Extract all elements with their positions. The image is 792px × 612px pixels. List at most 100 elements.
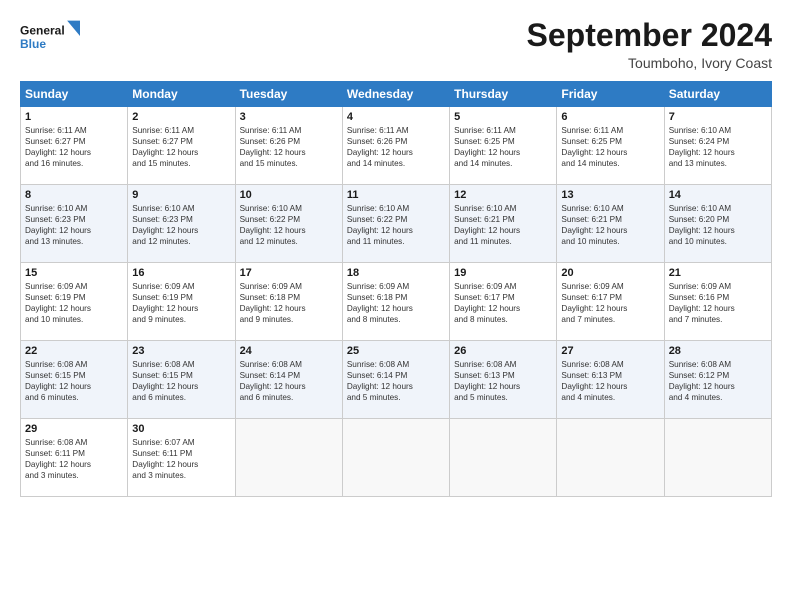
- day-number: 28: [669, 345, 767, 357]
- cell-content: Sunrise: 6:08 AMSunset: 6:13 PMDaylight:…: [561, 359, 659, 403]
- week-row-3: 15 Sunrise: 6:09 AMSunset: 6:19 PMDayligh…: [21, 263, 772, 341]
- cell-content: Sunrise: 6:11 AMSunset: 6:27 PMDaylight:…: [25, 125, 123, 169]
- calendar-cell: [557, 419, 664, 497]
- calendar-cell: 22 Sunrise: 6:08 AMSunset: 6:15 PMDayligh…: [21, 341, 128, 419]
- week-row-4: 22 Sunrise: 6:08 AMSunset: 6:15 PMDayligh…: [21, 341, 772, 419]
- day-number: 5: [454, 111, 552, 123]
- cell-content: Sunrise: 6:10 AMSunset: 6:21 PMDaylight:…: [454, 203, 552, 247]
- day-number: 2: [132, 111, 230, 123]
- cell-content: Sunrise: 6:09 AMSunset: 6:18 PMDaylight:…: [240, 281, 338, 325]
- header: General Blue September 2024 Toumboho, Iv…: [20, 18, 772, 71]
- calendar-cell: 8Sunrise: 6:10 AMSunset: 6:23 PMDaylight…: [21, 185, 128, 263]
- cell-content: Sunrise: 6:07 AMSunset: 6:11 PMDaylight:…: [132, 437, 230, 481]
- calendar-table: SundayMondayTuesdayWednesdayThursdayFrid…: [20, 81, 772, 497]
- day-number: 25: [347, 345, 445, 357]
- calendar-cell: 20Sunrise: 6:09 AMSunset: 6:17 PMDayligh…: [557, 263, 664, 341]
- day-number: 17: [240, 267, 338, 279]
- day-number: 21: [669, 267, 767, 279]
- calendar-cell: 13Sunrise: 6:10 AMSunset: 6:21 PMDayligh…: [557, 185, 664, 263]
- week-row-2: 8Sunrise: 6:10 AMSunset: 6:23 PMDaylight…: [21, 185, 772, 263]
- page: General Blue September 2024 Toumboho, Iv…: [0, 0, 792, 612]
- cell-content: Sunrise: 6:10 AMSunset: 6:21 PMDaylight:…: [561, 203, 659, 247]
- calendar-cell: 1 Sunrise: 6:11 AMSunset: 6:27 PMDaylight…: [21, 107, 128, 185]
- day-number: 22: [25, 345, 123, 357]
- cell-content: Sunrise: 6:10 AMSunset: 6:24 PMDaylight:…: [669, 125, 767, 169]
- calendar-cell: 23 Sunrise: 6:08 AMSunset: 6:15 PMDayligh…: [128, 341, 235, 419]
- svg-text:General: General: [20, 23, 65, 37]
- cell-content: Sunrise: 6:09 AMSunset: 6:17 PMDaylight:…: [454, 281, 552, 325]
- calendar-cell: [342, 419, 449, 497]
- header-day-sunday: Sunday: [21, 82, 128, 107]
- cell-content: Sunrise: 6:08 AMSunset: 6:11 PMDaylight:…: [25, 437, 123, 481]
- cell-content: Sunrise: 6:10 AMSunset: 6:20 PMDaylight:…: [669, 203, 767, 247]
- day-number: 18: [347, 267, 445, 279]
- day-number: 15: [25, 267, 123, 279]
- calendar-cell: 7 Sunrise: 6:10 AMSunset: 6:24 PMDaylight…: [664, 107, 771, 185]
- cell-content: Sunrise: 6:11 AMSunset: 6:25 PMDaylight:…: [454, 125, 552, 169]
- day-number: 9: [132, 189, 230, 201]
- calendar-cell: 4 Sunrise: 6:11 AMSunset: 6:26 PMDaylight…: [342, 107, 449, 185]
- calendar-cell: [235, 419, 342, 497]
- cell-content: Sunrise: 6:10 AMSunset: 6:23 PMDaylight:…: [25, 203, 123, 247]
- day-number: 11: [347, 189, 445, 201]
- cell-content: Sunrise: 6:11 AMSunset: 6:25 PMDaylight:…: [561, 125, 659, 169]
- day-number: 7: [669, 111, 767, 123]
- cell-content: Sunrise: 6:10 AMSunset: 6:22 PMDaylight:…: [240, 203, 338, 247]
- cell-content: Sunrise: 6:10 AMSunset: 6:22 PMDaylight:…: [347, 203, 445, 247]
- day-number: 6: [561, 111, 659, 123]
- day-number: 16: [132, 267, 230, 279]
- day-number: 29: [25, 423, 123, 435]
- cell-content: Sunrise: 6:10 AMSunset: 6:23 PMDaylight:…: [132, 203, 230, 247]
- calendar-cell: 29 Sunrise: 6:08 AMSunset: 6:11 PMDayligh…: [21, 419, 128, 497]
- cell-content: Sunrise: 6:09 AMSunset: 6:18 PMDaylight:…: [347, 281, 445, 325]
- calendar-cell: 28 Sunrise: 6:08 AMSunset: 6:12 PMDayligh…: [664, 341, 771, 419]
- day-number: 1: [25, 111, 123, 123]
- day-number: 30: [132, 423, 230, 435]
- day-number: 19: [454, 267, 552, 279]
- logo: General Blue: [20, 18, 80, 54]
- day-number: 4: [347, 111, 445, 123]
- cell-content: Sunrise: 6:08 AMSunset: 6:15 PMDaylight:…: [25, 359, 123, 403]
- calendar-cell: 6 Sunrise: 6:11 AMSunset: 6:25 PMDaylight…: [557, 107, 664, 185]
- calendar-cell: 27 Sunrise: 6:08 AMSunset: 6:13 PMDayligh…: [557, 341, 664, 419]
- day-number: 20: [561, 267, 659, 279]
- cell-content: Sunrise: 6:11 AMSunset: 6:26 PMDaylight:…: [240, 125, 338, 169]
- calendar-cell: 2 Sunrise: 6:11 AMSunset: 6:27 PMDaylight…: [128, 107, 235, 185]
- day-number: 26: [454, 345, 552, 357]
- header-day-saturday: Saturday: [664, 82, 771, 107]
- header-day-thursday: Thursday: [450, 82, 557, 107]
- cell-content: Sunrise: 6:09 AMSunset: 6:19 PMDaylight:…: [25, 281, 123, 325]
- calendar-cell: 12 Sunrise: 6:10 AMSunset: 6:21 PMDayligh…: [450, 185, 557, 263]
- header-day-tuesday: Tuesday: [235, 82, 342, 107]
- cell-content: Sunrise: 6:08 AMSunset: 6:14 PMDaylight:…: [240, 359, 338, 403]
- calendar-cell: 14 Sunrise: 6:10 AMSunset: 6:20 PMDayligh…: [664, 185, 771, 263]
- month-title: September 2024: [527, 18, 772, 53]
- calendar-cell: 11 Sunrise: 6:10 AMSunset: 6:22 PMDayligh…: [342, 185, 449, 263]
- calendar-cell: 3Sunrise: 6:11 AMSunset: 6:26 PMDaylight…: [235, 107, 342, 185]
- calendar-cell: 9 Sunrise: 6:10 AMSunset: 6:23 PMDaylight…: [128, 185, 235, 263]
- cell-content: Sunrise: 6:08 AMSunset: 6:15 PMDaylight:…: [132, 359, 230, 403]
- header-day-friday: Friday: [557, 82, 664, 107]
- subtitle: Toumboho, Ivory Coast: [527, 55, 772, 71]
- cell-content: Sunrise: 6:11 AMSunset: 6:26 PMDaylight:…: [347, 125, 445, 169]
- calendar-cell: 18 Sunrise: 6:09 AMSunset: 6:18 PMDayligh…: [342, 263, 449, 341]
- day-number: 14: [669, 189, 767, 201]
- calendar-cell: 16Sunrise: 6:09 AMSunset: 6:19 PMDayligh…: [128, 263, 235, 341]
- day-number: 12: [454, 189, 552, 201]
- cell-content: Sunrise: 6:11 AMSunset: 6:27 PMDaylight:…: [132, 125, 230, 169]
- title-block: September 2024 Toumboho, Ivory Coast: [527, 18, 772, 71]
- header-day-monday: Monday: [128, 82, 235, 107]
- cell-content: Sunrise: 6:08 AMSunset: 6:12 PMDaylight:…: [669, 359, 767, 403]
- calendar-cell: 26 Sunrise: 6:08 AMSunset: 6:13 PMDayligh…: [450, 341, 557, 419]
- logo-svg: General Blue: [20, 18, 80, 54]
- week-row-5: 29 Sunrise: 6:08 AMSunset: 6:11 PMDayligh…: [21, 419, 772, 497]
- header-day-wednesday: Wednesday: [342, 82, 449, 107]
- day-number: 27: [561, 345, 659, 357]
- day-number: 23: [132, 345, 230, 357]
- calendar-cell: 24 Sunrise: 6:08 AMSunset: 6:14 PMDayligh…: [235, 341, 342, 419]
- cell-content: Sunrise: 6:08 AMSunset: 6:13 PMDaylight:…: [454, 359, 552, 403]
- cell-content: Sunrise: 6:09 AMSunset: 6:16 PMDaylight:…: [669, 281, 767, 325]
- day-number: 24: [240, 345, 338, 357]
- day-number: 10: [240, 189, 338, 201]
- week-row-1: 1 Sunrise: 6:11 AMSunset: 6:27 PMDaylight…: [21, 107, 772, 185]
